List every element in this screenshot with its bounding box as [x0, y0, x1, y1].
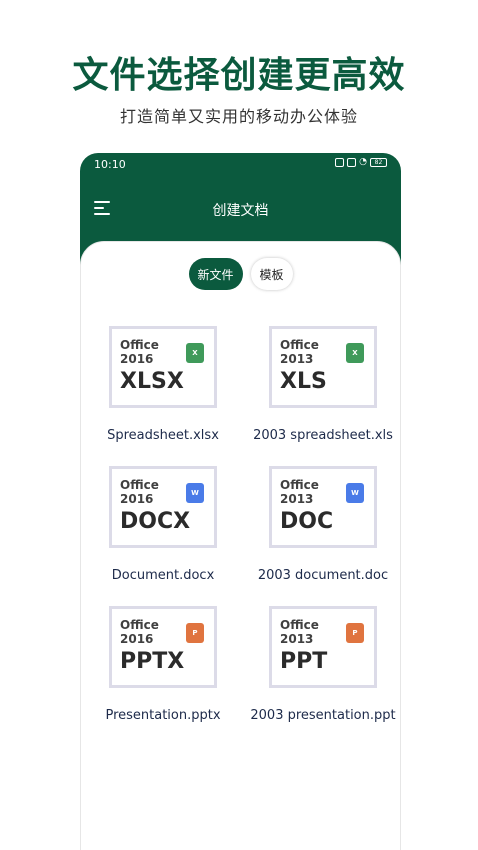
thumbnail-office-label: Office: [280, 478, 319, 492]
page-title: 创建文档: [212, 203, 269, 219]
thumbnail-extension: XLSX: [120, 369, 184, 394]
thumbnail-version: 2016: [120, 492, 154, 506]
thumbnail-office-label: Office: [120, 618, 159, 632]
office-app-icon: X: [186, 343, 204, 363]
battery-level: 82: [374, 158, 383, 166]
thumbnail-extension: PPTX: [120, 649, 185, 674]
thumbnail-version: 2016: [120, 352, 154, 366]
thumbnail-version: 2013: [280, 352, 314, 366]
thumbnail-extension: XLS: [280, 369, 327, 394]
status-bar: 10:10 ◔ 82: [80, 153, 401, 175]
status-icons: ◔ 82: [335, 157, 387, 167]
app-bar: 创建文档: [80, 189, 401, 229]
file-item[interactable]: Office 2013 XLS X 2003 spreadsheet.xls: [243, 326, 401, 443]
mute-icon: [335, 157, 345, 167]
thumbnail-version: 2016: [120, 632, 154, 646]
tab-bar: 新文件 模板: [81, 258, 400, 290]
battery-icon: 82: [370, 157, 387, 167]
content-sheet: 新文件 模板 Office 2016 XLSX X Spreadsheet.xlsx Of…: [80, 241, 401, 850]
file-item[interactable]: Office 2013 DOC W 2003 document.doc: [243, 466, 401, 583]
file-thumbnail[interactable]: Office 2013 XLS X: [269, 326, 377, 408]
file-name: Spreadsheet.xlsx: [107, 428, 219, 443]
file-name: 2003 spreadsheet.xls: [253, 428, 393, 443]
nfc-icon: [347, 157, 357, 167]
promo-headline: 文件选择创建更高效: [72, 55, 406, 96]
file-thumbnail[interactable]: Office 2016 XLSX X: [109, 326, 217, 408]
tab-templates[interactable]: 模板: [250, 258, 293, 290]
file-thumbnail[interactable]: Office 2013 DOC W: [269, 466, 377, 548]
file-name: 2003 presentation.ppt: [250, 708, 396, 723]
file-name: Document.docx: [111, 568, 215, 583]
office-app-icon: P: [186, 623, 204, 643]
file-item[interactable]: Office 2016 PPTX P Presentation.pptx: [83, 606, 243, 723]
promo-subline: 打造简单又实用的移动办公体验: [119, 107, 358, 126]
office-app-icon: P: [346, 623, 364, 643]
file-item[interactable]: Office 2013 PPT P 2003 presentation.ppt: [243, 606, 401, 723]
office-app-icon: X: [346, 343, 364, 363]
tab-new-file[interactable]: 新文件: [188, 258, 243, 290]
status-time: 10:10: [94, 158, 126, 171]
thumbnail-extension: PPT: [280, 649, 328, 674]
office-app-icon: W: [186, 483, 204, 503]
file-thumbnail[interactable]: Office 2016 PPTX P: [109, 606, 217, 688]
wifi-icon: ◔: [359, 157, 367, 167]
thumbnail-version: 2013: [280, 492, 314, 506]
thumbnail-extension: DOC: [280, 509, 334, 534]
thumbnail-office-label: Office: [120, 478, 159, 492]
thumbnail-office-label: Office: [280, 338, 319, 352]
thumbnail-office-label: Office: [280, 618, 319, 632]
file-thumbnail[interactable]: Office 2013 PPT P: [269, 606, 377, 688]
office-app-icon: W: [346, 483, 364, 503]
thumbnail-office-label: Office: [120, 338, 159, 352]
file-name: 2003 document.doc: [257, 568, 389, 583]
file-name: Presentation.pptx: [105, 708, 221, 723]
thumbnail-extension: DOCX: [120, 509, 191, 534]
phone-screen: 10:10 ◔ 82 创建文档 新文件 模板 Office 2016 XLSX X Sp…: [80, 153, 401, 850]
file-item[interactable]: Office 2016 DOCX W Document.docx: [83, 466, 243, 583]
thumbnail-version: 2013: [280, 632, 314, 646]
file-thumbnail[interactable]: Office 2016 DOCX W: [109, 466, 217, 548]
file-item[interactable]: Office 2016 XLSX X Spreadsheet.xlsx: [83, 326, 243, 443]
